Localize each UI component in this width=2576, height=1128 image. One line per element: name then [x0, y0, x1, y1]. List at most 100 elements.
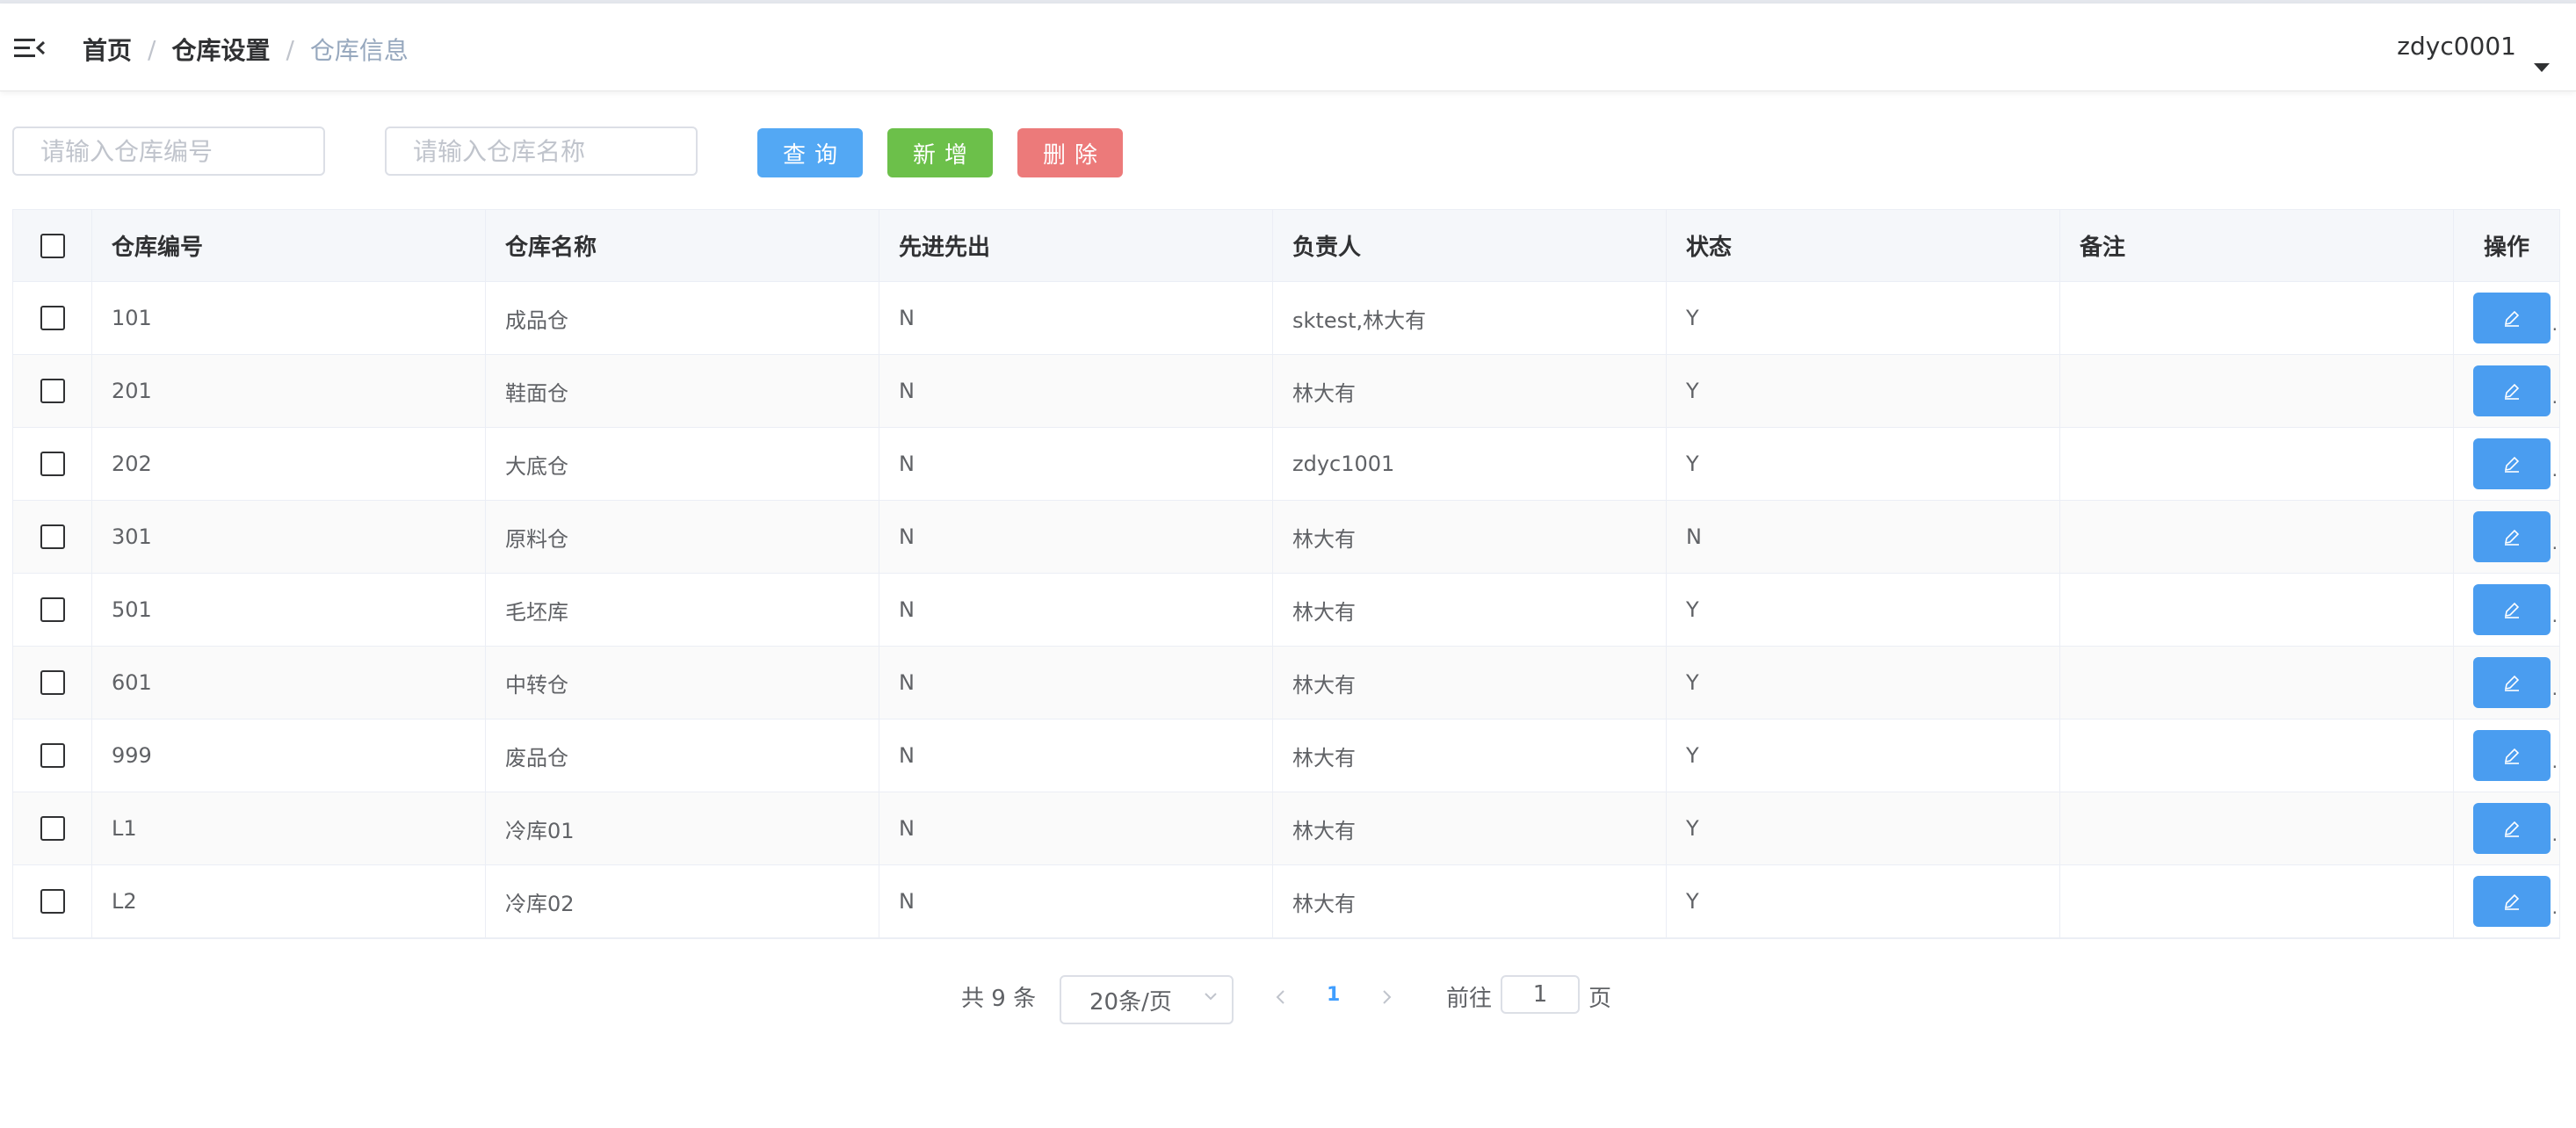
cell-name: 鞋面仓: [486, 355, 879, 427]
cell-actions: .: [2454, 574, 2559, 646]
edit-button[interactable]: [2473, 657, 2551, 708]
cell-fifo: N: [879, 865, 1273, 937]
row-checkbox[interactable]: [40, 524, 65, 549]
row-checkbox[interactable]: [40, 889, 65, 914]
edit-button[interactable]: [2473, 803, 2551, 854]
column-header[interactable]: 先进先出: [879, 210, 1273, 281]
cell-status: Y: [1667, 719, 2060, 792]
cell-actions: .: [2454, 355, 2559, 427]
row-checkbox[interactable]: [40, 816, 65, 841]
warehouse-name-input[interactable]: [385, 127, 698, 176]
goto-suffix: 页: [1588, 986, 1612, 1012]
cell-name: 原料仓: [486, 501, 879, 573]
overflow-dot: .: [2551, 387, 2558, 408]
cell-code: 601: [92, 647, 486, 719]
cell-owner: 林大有: [1273, 719, 1667, 792]
column-header[interactable]: 状态: [1667, 210, 2060, 281]
cell-owner: 林大有: [1273, 574, 1667, 646]
overflow-dot: .: [2551, 532, 2558, 553]
cell-status: Y: [1667, 574, 2060, 646]
page-number-current[interactable]: 1: [1327, 984, 1340, 1006]
caret-down-icon[interactable]: [2534, 63, 2550, 72]
table-row: 501 毛坯库 N 林大有 Y.: [13, 574, 2559, 647]
cell-remark: [2060, 792, 2454, 864]
user-menu[interactable]: zdyc0001: [2397, 32, 2516, 61]
row-checkbox[interactable]: [40, 379, 65, 403]
overflow-dot: .: [2551, 314, 2558, 335]
header-select-cell: [13, 210, 92, 281]
cell-fifo: N: [879, 574, 1273, 646]
add-button[interactable]: 新增: [887, 128, 993, 177]
column-header[interactable]: 仓库名称: [486, 210, 879, 281]
row-checkbox[interactable]: [40, 670, 65, 695]
prev-page-icon[interactable]: [1270, 984, 1292, 1010]
cell-actions: .: [2454, 719, 2559, 792]
cell-status: Y: [1667, 428, 2060, 500]
row-select-cell: [13, 501, 92, 573]
edit-button[interactable]: [2473, 584, 2551, 635]
edit-button[interactable]: [2473, 293, 2551, 343]
cell-remark: [2060, 501, 2454, 573]
cell-remark: [2060, 428, 2454, 500]
edit-button[interactable]: [2473, 365, 2551, 416]
table-header-row: 仓库编号 仓库名称 先进先出 负责人 状态 备注 操作: [13, 210, 2559, 282]
row-checkbox[interactable]: [40, 452, 65, 476]
column-header[interactable]: 仓库编号: [92, 210, 486, 281]
breadcrumb-home[interactable]: 首页: [83, 32, 132, 67]
cell-owner: 林大有: [1273, 355, 1667, 427]
cell-code: L1: [92, 792, 486, 864]
cell-status: Y: [1667, 647, 2060, 719]
edit-button[interactable]: [2473, 511, 2551, 562]
cell-name: 大底仓: [486, 428, 879, 500]
breadcrumb-warehouse-settings[interactable]: 仓库设置: [171, 32, 270, 67]
cell-remark: [2060, 574, 2454, 646]
edit-button[interactable]: [2473, 438, 2551, 489]
overflow-dot: .: [2551, 824, 2558, 845]
column-header[interactable]: 备注: [2060, 210, 2454, 281]
row-select-cell: [13, 282, 92, 354]
row-select-cell: [13, 574, 92, 646]
overflow-dot: .: [2551, 678, 2558, 699]
column-header[interactable]: 负责人: [1273, 210, 1667, 281]
goto-label: 前往: [1446, 986, 1493, 1012]
cell-status: Y: [1667, 355, 2060, 427]
cell-actions: .: [2454, 865, 2559, 937]
next-page-icon[interactable]: [1376, 984, 1397, 1010]
cell-code: 201: [92, 355, 486, 427]
goto-page-input[interactable]: [1501, 975, 1580, 1014]
breadcrumb-separator: /: [286, 34, 294, 64]
row-checkbox[interactable]: [40, 743, 65, 768]
warehouse-code-input[interactable]: [12, 127, 325, 176]
page-size-select[interactable]: 20条/页: [1060, 975, 1234, 1024]
pagination: 共 9 条 20条/页 1 前往 页: [0, 975, 2576, 1028]
cell-code: 999: [92, 719, 486, 792]
cell-code: 301: [92, 501, 486, 573]
cell-owner: 林大有: [1273, 792, 1667, 864]
cell-status: Y: [1667, 792, 2060, 864]
delete-button[interactable]: 删除: [1017, 128, 1123, 177]
cell-fifo: N: [879, 647, 1273, 719]
warehouse-table: 仓库编号 仓库名称 先进先出 负责人 状态 备注 操作 101 成品仓 Nsktes…: [12, 209, 2560, 939]
select-all-checkbox[interactable]: [40, 233, 65, 258]
row-checkbox[interactable]: [40, 306, 65, 330]
cell-code: 501: [92, 574, 486, 646]
table-row: L2 冷库02 N 林大有 Y.: [13, 865, 2559, 938]
cell-name: 成品仓: [486, 282, 879, 354]
cell-actions: .: [2454, 647, 2559, 719]
table-body: 101 成品仓 Nsktest,林大有 Y. 201 鞋面仓 N 林大有 Y. 202 大底仓 Nzd…: [13, 282, 2559, 938]
row-select-cell: [13, 647, 92, 719]
edit-icon: [2504, 529, 2520, 546]
hamburger-menu-icon[interactable]: [14, 35, 46, 61]
cell-name: 毛坯库: [486, 574, 879, 646]
page-size-value: 20条/页: [1089, 988, 1172, 1016]
cell-status: Y: [1667, 282, 2060, 354]
cell-name: 中转仓: [486, 647, 879, 719]
table-row: 601 中转仓 N 林大有 Y.: [13, 647, 2559, 719]
edit-button[interactable]: [2473, 876, 2551, 927]
cell-status: Y: [1667, 865, 2060, 937]
row-checkbox[interactable]: [40, 597, 65, 622]
edit-button[interactable]: [2473, 730, 2551, 781]
cell-owner: 林大有: [1273, 647, 1667, 719]
query-button[interactable]: 查询: [757, 128, 863, 177]
cell-actions: .: [2454, 501, 2559, 573]
